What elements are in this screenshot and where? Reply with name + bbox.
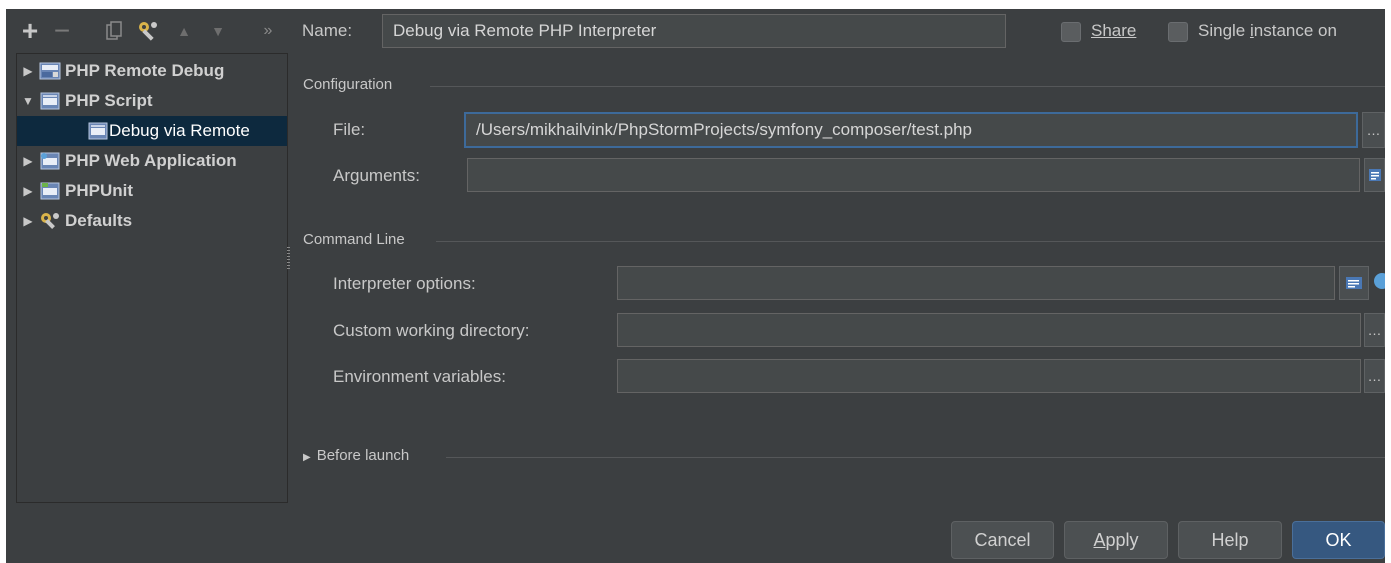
wrench-icon xyxy=(139,22,157,41)
ok-button[interactable]: OK xyxy=(1292,521,1385,559)
expand-triangle-icon[interactable]: ▶ xyxy=(17,154,39,168)
file-input[interactable]: /Users/mikhailvink/PhpStormProjects/symf… xyxy=(464,112,1358,148)
tree-item-php-remote-debug[interactable]: ▶ PHP Remote Debug xyxy=(17,56,287,86)
remove-configuration-button[interactable]: − xyxy=(50,15,74,46)
before-launch-separator xyxy=(446,457,1385,458)
splitter-handle[interactable] xyxy=(287,247,290,271)
interpreter-options-label: Interpreter options: xyxy=(333,274,476,293)
working-directory-label: Custom working directory: xyxy=(333,321,530,340)
tree-toolbar: + − ▲ ▼ » xyxy=(6,9,288,53)
php-script-icon xyxy=(88,122,108,140)
tree-item-label: Debug via Remote xyxy=(109,121,250,140)
configuration-separator xyxy=(430,86,1385,87)
tree-item-phpunit[interactable]: ▶ PHPUnit xyxy=(17,176,287,206)
browse-file-button[interactable]: … xyxy=(1362,112,1385,148)
tree-item-label: PHP Remote Debug xyxy=(65,61,225,80)
collapse-triangle-icon[interactable]: ▼ xyxy=(17,94,39,108)
single-instance-label: Single instance on xyxy=(1198,21,1337,40)
expand-triangle-icon: ▶ xyxy=(303,452,311,463)
file-label: File: xyxy=(333,120,366,139)
expand-text-icon xyxy=(1368,169,1381,181)
configuration-section-title: Configuration xyxy=(303,76,393,93)
share-checkbox[interactable] xyxy=(1061,22,1081,42)
expand-interpreter-options-button[interactable] xyxy=(1339,266,1369,300)
tree-item-php-script[interactable]: ▼ PHP Script xyxy=(17,86,287,116)
tree-item-label: PHP Web Application xyxy=(65,151,237,170)
copy-icon xyxy=(106,21,122,40)
name-label: Name: xyxy=(302,21,353,40)
tree-item-label: Defaults xyxy=(65,211,133,230)
run-configurations-dialog: + − ▲ ▼ » ▶ PHP Remote Debug ▼ PHP Scrip… xyxy=(6,9,1385,563)
move-up-button[interactable]: ▲ xyxy=(174,16,194,46)
copy-configuration-button[interactable] xyxy=(104,16,124,46)
expand-triangle-icon[interactable]: ▶ xyxy=(17,214,39,228)
tree-item-label: PHP Script xyxy=(65,91,153,110)
tree-item-label: PHPUnit xyxy=(65,181,133,200)
tree-item-php-web-application[interactable]: ▶ PHP Web Application xyxy=(17,146,287,176)
arguments-label: Arguments: xyxy=(333,166,420,185)
php-web-app-icon xyxy=(40,152,60,170)
apply-button[interactable]: Apply xyxy=(1064,521,1168,559)
interpreter-options-input[interactable] xyxy=(617,266,1335,300)
expand-arguments-button[interactable] xyxy=(1364,158,1385,192)
expand-triangle-icon[interactable]: ▶ xyxy=(17,64,39,78)
help-button[interactable]: Help xyxy=(1178,521,1282,559)
single-instance-checkbox[interactable] xyxy=(1168,22,1188,42)
command-line-section-title: Command Line xyxy=(303,231,405,248)
move-down-button[interactable]: ▼ xyxy=(208,16,228,46)
environment-variables-input[interactable] xyxy=(617,359,1361,393)
expand-triangle-icon[interactable]: ▶ xyxy=(17,184,39,198)
name-input[interactable]: Debug via Remote PHP Interpreter xyxy=(382,14,1006,48)
before-launch-toggle[interactable]: ▶ Before launch xyxy=(303,447,409,464)
php-script-icon xyxy=(40,92,60,110)
browse-directory-button[interactable]: … xyxy=(1364,313,1385,347)
expand-text-icon xyxy=(1346,277,1362,289)
php-remote-debug-icon xyxy=(39,62,61,80)
share-label: Share xyxy=(1091,21,1137,40)
edit-environment-variables-button[interactable]: … xyxy=(1364,359,1385,393)
environment-variables-label: Environment variables: xyxy=(333,367,506,386)
more-actions-button[interactable]: » xyxy=(258,16,278,46)
tree-item-defaults[interactable]: ▶ Defaults xyxy=(17,206,287,236)
wrench-icon xyxy=(41,213,59,229)
configurations-tree[interactable]: ▶ PHP Remote Debug ▼ PHP Script Debug vi… xyxy=(16,53,288,503)
cancel-button[interactable]: Cancel xyxy=(951,521,1054,559)
phpunit-icon xyxy=(40,182,60,200)
working-directory-input[interactable] xyxy=(617,313,1361,347)
add-configuration-button[interactable]: + xyxy=(18,15,42,46)
arguments-input[interactable] xyxy=(467,158,1360,192)
command-line-separator xyxy=(436,241,1385,242)
tree-item-debug-via-remote[interactable]: Debug via Remote xyxy=(17,116,287,146)
help-info-icon[interactable] xyxy=(1372,271,1385,293)
edit-defaults-button[interactable] xyxy=(136,16,160,46)
